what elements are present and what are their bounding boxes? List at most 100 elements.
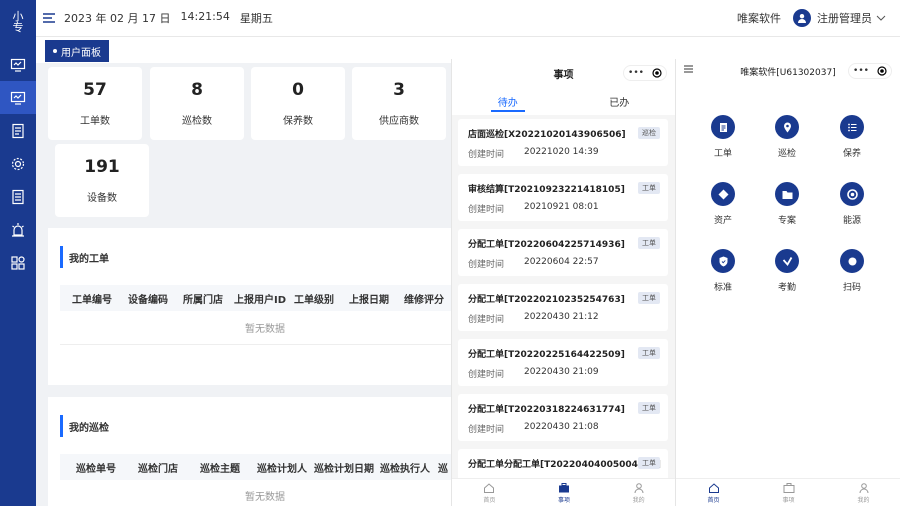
tab-user-dashboard[interactable]: 用户面板 <box>45 40 109 62</box>
task-type-badge: 巡检 <box>638 127 660 139</box>
list-item[interactable]: 审核结算[T20210923221418105] 工单 创建时间 2021092… <box>458 174 668 221</box>
shield-icon <box>719 256 727 266</box>
grid-item-scan[interactable]: 扫码 <box>822 249 882 293</box>
tab-done[interactable]: 已办 <box>564 87 676 115</box>
list-item[interactable]: 分配工单[T20220225164422509] 工单 创建时间 2022043… <box>458 339 668 386</box>
current-weekday: 星期五 <box>239 12 273 25</box>
stat-card-workorders[interactable]: 57 工单数 <box>48 67 142 140</box>
grid-item-inspection[interactable]: 巡检 <box>757 115 817 159</box>
grid-item-projects[interactable]: 专案 <box>757 182 817 226</box>
company-name: 唯案软件 <box>737 12 781 25</box>
stat-label: 设备数 <box>87 193 117 204</box>
monitor-icon <box>10 58 26 72</box>
column-header[interactable]: 巡检计划人 <box>257 460 307 475</box>
grid-item-workorder[interactable]: 工单 <box>693 115 753 159</box>
stat-card-suppliers[interactable]: 3 供应商数 <box>352 67 446 140</box>
username[interactable]: 注册管理员 <box>817 10 872 26</box>
more-icon[interactable]: ••• <box>853 66 869 76</box>
column-header[interactable]: 巡检单号 <box>76 460 116 475</box>
list-item[interactable]: 分配工单[T20220318224631774] 工单 创建时间 2022043… <box>458 394 668 441</box>
sidebar-item-alarm[interactable] <box>0 213 36 246</box>
bottom-tab-mine[interactable]: 我的 <box>826 479 900 506</box>
task-title: 分配工单[T20220225164422509] <box>468 350 625 360</box>
list-item[interactable]: 分配工单[T20220210235254763] 工单 创建时间 2022043… <box>458 284 668 331</box>
more-icon[interactable]: ••• <box>628 68 644 78</box>
menu-icon[interactable] <box>684 65 693 73</box>
scan-icon <box>848 257 856 265</box>
list-item[interactable]: 分配工单[T20220604225714936] 工单 创建时间 2022060… <box>458 229 668 276</box>
grid-item-maintenance[interactable]: 保养 <box>822 115 882 159</box>
grid-item-standards[interactable]: 标准 <box>693 249 753 293</box>
sidebar-item-dashboard[interactable] <box>0 81 36 114</box>
grid-item-energy[interactable]: 能源 <box>822 182 882 226</box>
close-target-icon[interactable] <box>877 66 887 76</box>
created-value: 20220430 21:08 <box>524 422 599 432</box>
grid-item-label: 考勤 <box>777 283 796 293</box>
close-target-icon[interactable] <box>652 68 662 78</box>
stat-card-devices[interactable]: 191 设备数 <box>55 144 149 217</box>
bottom-tab-label: 首页 <box>483 496 496 504</box>
phone-tabs: 待办 已办 <box>452 87 675 115</box>
phone-header: 事项 ••• <box>452 59 675 87</box>
stat-label: 工单数 <box>80 116 110 127</box>
sidebar-item-documents[interactable] <box>0 114 36 147</box>
phone-title: 唯案软件[U61302037] <box>740 67 836 78</box>
grid-item-label: 专案 <box>777 216 796 226</box>
column-header[interactable]: 上报日期 <box>349 291 389 306</box>
task-title: 分配工单[T20220210235254763] <box>468 295 625 305</box>
bottom-tab-home[interactable]: 首页 <box>676 479 751 506</box>
avatar[interactable] <box>793 9 811 27</box>
miniapp-capsule[interactable]: ••• <box>623 65 667 81</box>
bottom-tab-mine[interactable]: 我的 <box>601 479 676 506</box>
diamond-icon <box>718 189 728 199</box>
workorders-empty: 暂无数据 <box>60 311 470 345</box>
column-header[interactable]: 巡检执行人 <box>380 460 430 475</box>
column-header[interactable]: 工单级别 <box>294 291 334 306</box>
bottom-tab-tasks[interactable]: 事项 <box>527 479 602 506</box>
task-title: 分配工单[T20220318224631774] <box>468 405 625 415</box>
sidebar-item-monitor[interactable] <box>0 48 36 81</box>
column-header[interactable]: 设备编码 <box>128 291 168 306</box>
column-header[interactable]: 工单编号 <box>72 291 112 306</box>
tab-label: 用户面板 <box>61 47 101 59</box>
my-inspections-panel: 我的巡检 巡检单号 巡检门店 巡检主题 巡检计划人 巡检计划日期 巡检执行人 巡… <box>48 397 470 506</box>
tab-todo[interactable]: 待办 <box>452 87 564 115</box>
column-header[interactable]: 维修评分 <box>404 291 444 306</box>
list-item[interactable]: 店面巡检[X20221020143906506] 巡检 创建时间 2022102… <box>458 119 668 166</box>
inspections-empty: 暂无数据 <box>245 491 285 503</box>
created-label: 创建时间 <box>468 370 505 380</box>
menu-toggle-button[interactable] <box>42 11 56 25</box>
column-header[interactable]: 巡检门店 <box>138 460 178 475</box>
stat-card-maintenance[interactable]: 0 保养数 <box>251 67 345 140</box>
grid-item-label: 工单 <box>713 149 732 159</box>
workorders-table-header: 工单编号 设备编码 所属门店 上报用户ID 工单级别 上报日期 维修评分 <box>60 285 470 311</box>
bottom-tab-tasks[interactable]: 事项 <box>751 479 826 506</box>
energy-icon <box>846 188 858 200</box>
column-header[interactable]: 巡检主题 <box>200 460 240 475</box>
created-label: 创建时间 <box>468 260 505 270</box>
clipboard-icon <box>719 122 727 132</box>
list-item[interactable]: 分配工单分配工单[T20220404005004421] 工单 <box>458 449 668 479</box>
stat-card-inspections[interactable]: 8 巡检数 <box>150 67 244 140</box>
grid-item-attendance[interactable]: 考勤 <box>757 249 817 293</box>
sidebar-item-settings[interactable] <box>0 147 36 180</box>
sidebar-item-reports[interactable] <box>0 180 36 213</box>
miniapp-capsule[interactable]: ••• <box>848 63 892 79</box>
list-icon <box>847 123 856 131</box>
bottom-tab-home[interactable]: 首页 <box>452 479 527 506</box>
sidebar-item-apps[interactable] <box>0 246 36 279</box>
chevron-down-icon[interactable] <box>876 15 886 21</box>
task-type-badge: 工单 <box>638 292 660 304</box>
grid-item-label: 扫码 <box>842 283 861 293</box>
phone-bottom-tabbar: 首页 事项 我的 <box>452 478 676 506</box>
my-workorders-panel: 我的工单 工单编号 设备编码 所属门店 上报用户ID 工单级别 上报日期 维修评… <box>48 228 470 385</box>
bottom-tab-label: 我的 <box>857 496 870 504</box>
column-header[interactable]: 上报用户ID <box>234 291 286 306</box>
column-header[interactable]: 巡 <box>438 460 448 475</box>
column-header[interactable]: 所属门店 <box>183 291 223 306</box>
user-icon <box>634 482 644 493</box>
grid-item-assets[interactable]: 资产 <box>693 182 753 226</box>
task-type-badge: 工单 <box>638 457 660 469</box>
created-value: 20220430 21:12 <box>524 312 599 322</box>
column-header[interactable]: 巡检计划日期 <box>314 460 374 475</box>
